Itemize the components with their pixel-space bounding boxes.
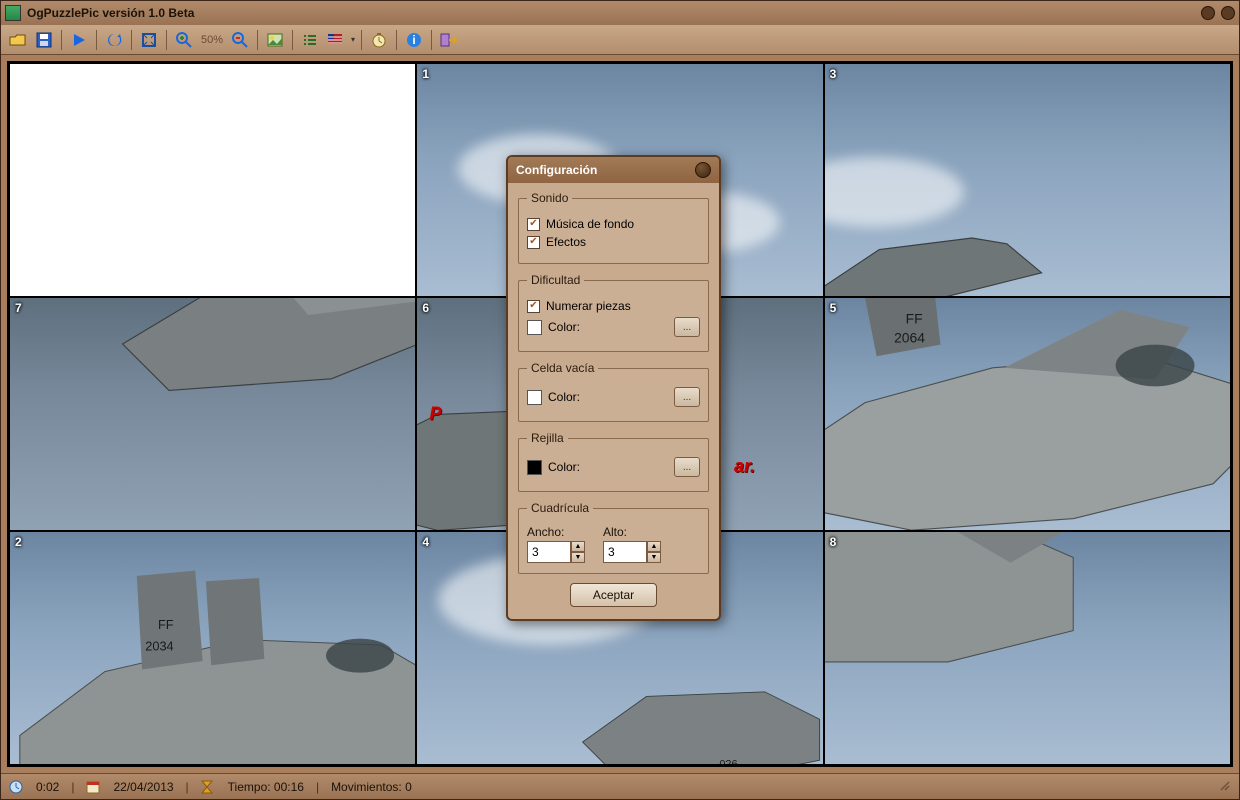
- group-celda-vacia: Celda vacía Color: ...: [518, 361, 709, 422]
- dialog-close-button[interactable]: [695, 162, 711, 178]
- list-icon[interactable]: [299, 29, 321, 51]
- svg-text:i: i: [412, 33, 415, 47]
- app-icon: [5, 5, 21, 21]
- fullscreen-icon[interactable]: [138, 29, 160, 51]
- dialog-title: Configuración: [516, 163, 597, 177]
- legend-cuadricula: Cuadrícula: [527, 501, 593, 515]
- legend-celda-vacia: Celda vacía: [527, 361, 598, 375]
- main-window: OgPuzzlePic versión 1.0 Beta 50% ▾ i: [0, 0, 1240, 800]
- spin-up-ancho[interactable]: ▲: [571, 541, 585, 552]
- cell-number: 5: [830, 301, 837, 315]
- puzzle-cell[interactable]: 8: [824, 531, 1231, 765]
- group-cuadricula: Cuadrícula Ancho: ▲ ▼: [518, 501, 709, 574]
- minimize-button[interactable]: [1201, 6, 1215, 20]
- refresh-icon[interactable]: [103, 29, 125, 51]
- svg-text:026: 026: [719, 758, 737, 765]
- hourglass-icon: [201, 780, 215, 794]
- zoom-out-icon[interactable]: [229, 29, 251, 51]
- open-icon[interactable]: [7, 29, 29, 51]
- puzzle-cell-empty[interactable]: [9, 63, 416, 297]
- cell-number: 1: [422, 67, 429, 81]
- content-area: 1 3 7: [1, 55, 1239, 773]
- zoom-in-icon[interactable]: [173, 29, 195, 51]
- close-button[interactable]: [1221, 6, 1235, 20]
- spin-up-alto[interactable]: ▲: [647, 541, 661, 552]
- cell-number: 4: [422, 535, 429, 549]
- swatch-celda-vacia[interactable]: [527, 390, 542, 405]
- label-ancho: Ancho:: [527, 525, 585, 539]
- label-color-dificultad: Color:: [548, 320, 580, 334]
- label-numerar: Numerar piezas: [546, 299, 631, 313]
- zoom-level-label: 50%: [201, 34, 223, 46]
- legend-rejilla: Rejilla: [527, 431, 568, 445]
- svg-text:FF: FF: [158, 617, 174, 632]
- checkbox-numerar[interactable]: [527, 300, 540, 313]
- svg-text:2064: 2064: [894, 329, 925, 345]
- image-icon[interactable]: [264, 29, 286, 51]
- resize-grip-icon[interactable]: [1217, 778, 1231, 795]
- puzzle-cell[interactable]: 7: [9, 297, 416, 531]
- colorpicker-rejilla-button[interactable]: ...: [674, 457, 700, 477]
- info-icon[interactable]: i: [403, 29, 425, 51]
- puzzle-cell[interactable]: 3: [824, 63, 1231, 297]
- legend-dificultad: Dificultad: [527, 273, 584, 287]
- status-movimientos: Movimientos: 0: [331, 780, 412, 794]
- exit-icon[interactable]: [438, 29, 460, 51]
- input-alto[interactable]: [603, 541, 647, 563]
- label-efectos: Efectos: [546, 235, 586, 249]
- status-clock: 0:02: [36, 780, 59, 794]
- checkbox-musica[interactable]: [527, 218, 540, 231]
- flag-icon[interactable]: [325, 29, 347, 51]
- cell-number: 2: [15, 535, 22, 549]
- status-date: 22/04/2013: [113, 780, 173, 794]
- group-sonido: Sonido Música de fondo Efectos: [518, 191, 709, 264]
- label-musica: Música de fondo: [546, 217, 634, 231]
- puzzle-cell[interactable]: FF 2034 2: [9, 531, 416, 765]
- spin-down-ancho[interactable]: ▼: [571, 552, 585, 563]
- input-ancho[interactable]: [527, 541, 571, 563]
- spin-down-alto[interactable]: ▼: [647, 552, 661, 563]
- statusbar: 0:02 | 22/04/2013 | Tiempo: 00:16 | Movi…: [1, 773, 1239, 799]
- save-icon[interactable]: [33, 29, 55, 51]
- toolbar: 50% ▾ i: [1, 25, 1239, 55]
- puzzle-cell[interactable]: FF 2064 5: [824, 297, 1231, 531]
- swatch-rejilla[interactable]: [527, 460, 542, 475]
- config-dialog: Configuración Sonido Música de fondo Efe…: [506, 155, 721, 621]
- play-icon[interactable]: [68, 29, 90, 51]
- colorpicker-dificultad-button[interactable]: ...: [674, 317, 700, 337]
- colorpicker-celda-button[interactable]: ...: [674, 387, 700, 407]
- cell-number: 8: [830, 535, 837, 549]
- calendar-icon: [86, 780, 100, 794]
- label-color-celda: Color:: [548, 390, 580, 404]
- dialog-titlebar[interactable]: Configuración: [508, 157, 719, 183]
- svg-text:2034: 2034: [146, 638, 174, 653]
- label-color-rejilla: Color:: [548, 460, 580, 474]
- clock-icon: [9, 780, 23, 794]
- legend-sonido: Sonido: [527, 191, 572, 205]
- cell-number: 6: [422, 301, 429, 315]
- status-tiempo: Tiempo: 00:16: [228, 780, 304, 794]
- app-title: OgPuzzlePic versión 1.0 Beta: [27, 6, 194, 20]
- group-rejilla: Rejilla Color: ...: [518, 431, 709, 492]
- swatch-dificultad[interactable]: [527, 320, 542, 335]
- timer-icon[interactable]: [368, 29, 390, 51]
- svg-text:FF: FF: [906, 311, 923, 327]
- label-alto: Alto:: [603, 525, 661, 539]
- accept-button[interactable]: Aceptar: [570, 583, 657, 607]
- checkbox-efectos[interactable]: [527, 236, 540, 249]
- titlebar[interactable]: OgPuzzlePic versión 1.0 Beta: [1, 1, 1239, 25]
- group-dificultad: Dificultad Numerar piezas Color: ...: [518, 273, 709, 352]
- cell-number: 7: [15, 301, 22, 315]
- cell-number: 3: [830, 67, 837, 81]
